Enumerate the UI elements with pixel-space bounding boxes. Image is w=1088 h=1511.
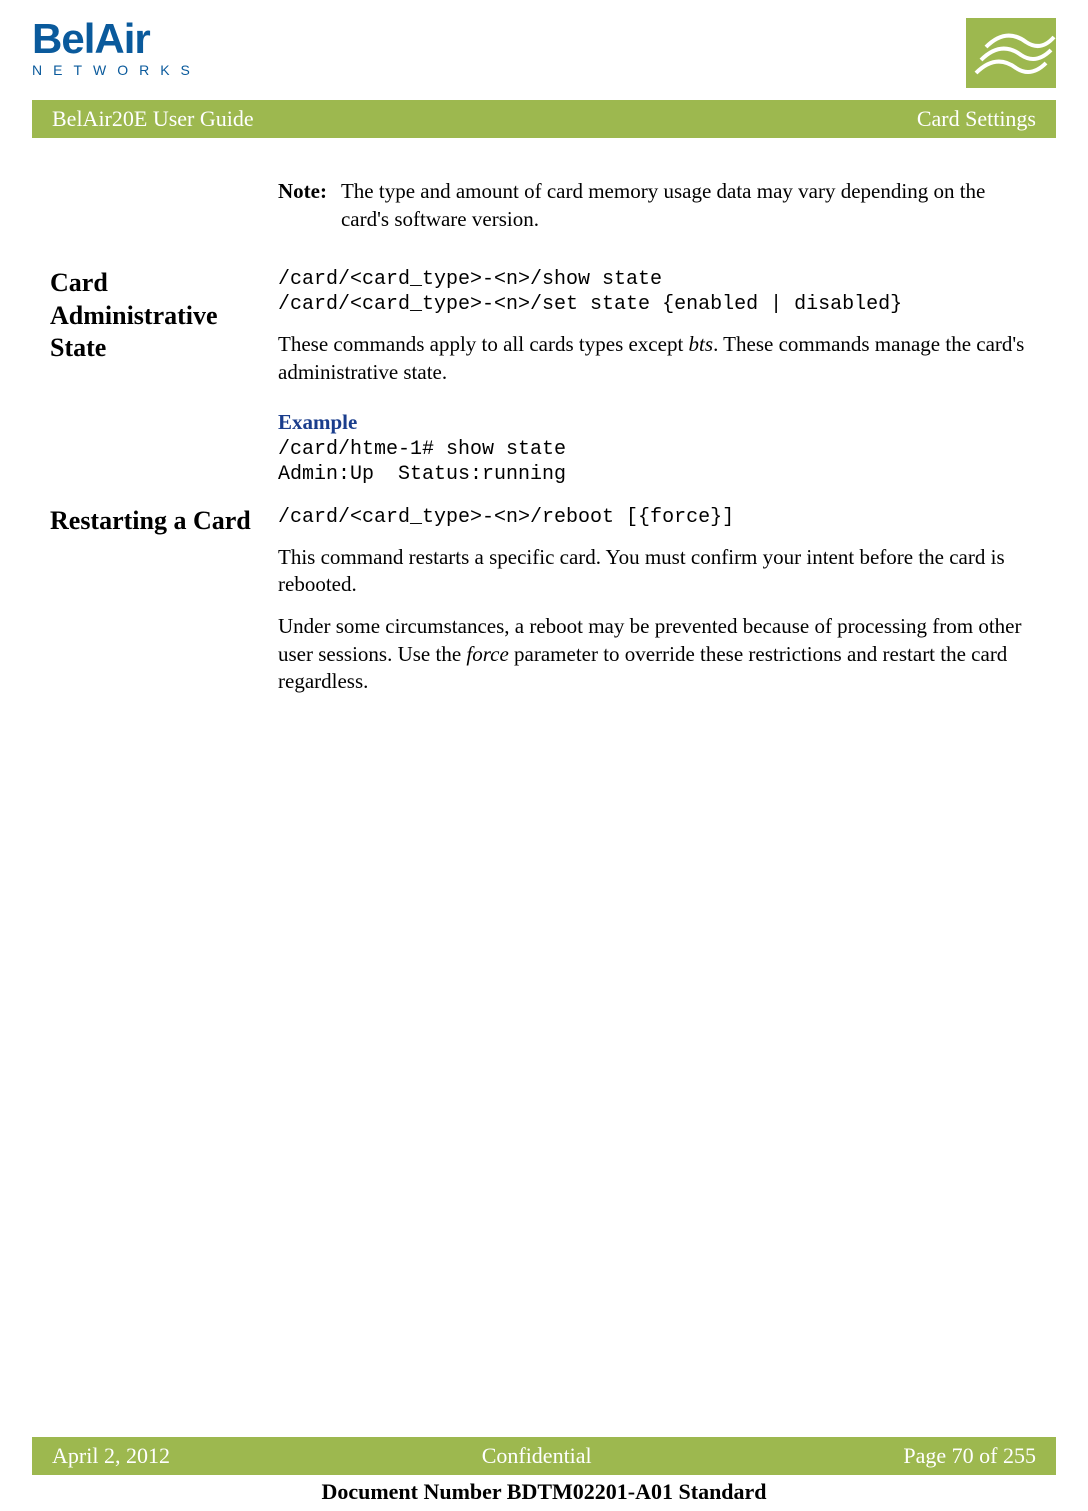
footer-date: April 2, 2012 (52, 1443, 170, 1469)
cli-show-state: /card/<card_type>-<n>/show state (278, 267, 1028, 292)
cli-reboot: /card/<card_type>-<n>/reboot [{force}] (278, 505, 1028, 530)
note-label: Note: (278, 178, 327, 233)
restart-para-2: Under some circumstances, a reboot may b… (278, 613, 1028, 696)
title-bar: BelAir20E User Guide Card Settings (32, 100, 1056, 138)
note-block: Note: The type and amount of card memory… (278, 178, 1028, 233)
note-text: The type and amount of card memory usage… (341, 178, 1028, 233)
cli-set-state: /card/<card_type>-<n>/set state {enabled… (278, 292, 1028, 317)
brand-subtext: NETWORKS (32, 62, 201, 78)
example-line-2: Admin:Up Status:running (278, 462, 1028, 487)
footer-page: Page 70 of 255 (903, 1443, 1036, 1469)
content-area: Note: The type and amount of card memory… (0, 138, 1088, 1437)
section-title: Card Settings (917, 106, 1036, 132)
footer-bar: April 2, 2012 Confidential Page 70 of 25… (32, 1437, 1056, 1475)
document-number: Document Number BDTM02201-A01 Standard (0, 1475, 1088, 1511)
brand-logo: BelAir NETWORKS (32, 18, 201, 78)
section-heading-admin-state: Card Administrative State (50, 267, 278, 486)
page-header: BelAir NETWORKS (0, 18, 1088, 100)
restart-para-1: This command restarts a specific card. Y… (278, 544, 1028, 599)
example-line-1: /card/htme-1# show state (278, 437, 1028, 462)
example-heading: Example (278, 409, 1028, 437)
guide-title: BelAir20E User Guide (52, 106, 254, 132)
footer-confidential: Confidential (482, 1443, 592, 1469)
admin-state-description: These commands apply to all cards types … (278, 331, 1028, 386)
brand-name: BelAir (32, 18, 201, 60)
wave-icon (966, 18, 1056, 88)
section-heading-restart: Restarting a Card (50, 505, 278, 697)
